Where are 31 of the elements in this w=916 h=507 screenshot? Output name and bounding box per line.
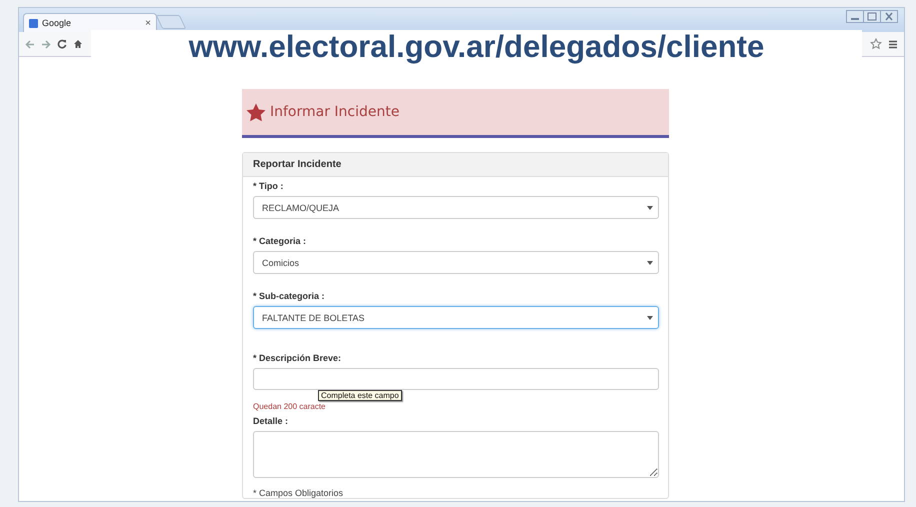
home-icon[interactable] bbox=[73, 39, 83, 49]
field-label: * Categoria : bbox=[253, 236, 308, 246]
menu-icon[interactable] bbox=[888, 40, 898, 48]
field-label: * Tipo : bbox=[253, 181, 284, 191]
select-field[interactable]: Comicios bbox=[253, 251, 659, 274]
panel-title: Reportar Incidente bbox=[253, 159, 342, 170]
dropdown-caret-icon bbox=[647, 316, 653, 320]
textarea-field[interactable] bbox=[253, 431, 659, 478]
browser-tab[interactable]: Google × bbox=[23, 13, 157, 32]
field-label: * Descripción Breve: bbox=[253, 353, 342, 363]
page-title: Informar Incidente bbox=[270, 104, 400, 120]
star-icon bbox=[246, 102, 266, 122]
url-text: www.electoral.gov.ar/delegados/cliente bbox=[188, 30, 764, 64]
address-bar[interactable]: www.electoral.gov.ar/delegados/cliente bbox=[91, 30, 862, 64]
validation-tooltip: Completa este campo bbox=[318, 390, 402, 401]
character-counter: Quedan 200 caracte bbox=[253, 402, 326, 411]
forward-arrow-icon[interactable] bbox=[41, 40, 51, 48]
required-fields-note: * Campos Obligatorios bbox=[253, 488, 344, 498]
reload-icon[interactable] bbox=[57, 39, 67, 49]
back-arrow-icon[interactable] bbox=[25, 40, 35, 48]
tab-title: Google bbox=[42, 18, 72, 28]
star-icon[interactable] bbox=[870, 38, 882, 50]
field-label: * Sub-categoria : bbox=[253, 291, 326, 301]
select-field[interactable]: FALTANTE DE BOLETAS bbox=[253, 306, 659, 329]
field-label: Detalle : bbox=[253, 416, 290, 426]
select-field[interactable]: RECLAMO/QUEJA bbox=[253, 196, 659, 219]
tab-close-button[interactable]: × bbox=[145, 18, 151, 28]
dropdown-caret-icon bbox=[647, 260, 653, 264]
dropdown-caret-icon bbox=[647, 206, 653, 210]
window-controls-icon[interactable] bbox=[846, 10, 898, 23]
text-input-field[interactable] bbox=[253, 368, 659, 390]
